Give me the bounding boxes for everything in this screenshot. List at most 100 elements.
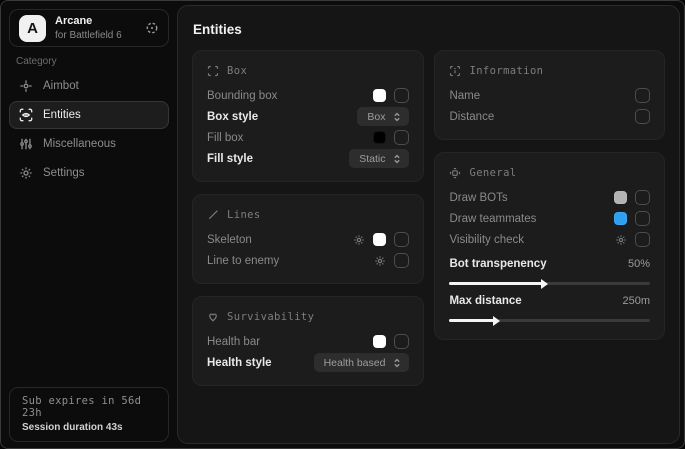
sidebar-item-entities[interactable]: Entities bbox=[9, 101, 169, 129]
app-subtitle: for Battlefield 6 bbox=[55, 30, 136, 42]
setting-label: Health bar bbox=[207, 336, 260, 348]
brand-card: A Arcane for Battlefield 6 bbox=[9, 9, 169, 47]
row-controls bbox=[635, 109, 650, 124]
row-controls bbox=[614, 190, 650, 205]
select-value: Health based bbox=[324, 357, 386, 369]
row-controls bbox=[615, 232, 650, 247]
gear-icon bbox=[19, 166, 33, 180]
skeleton-checkbox[interactable] bbox=[394, 232, 409, 247]
right-column: Information Name Distance bbox=[434, 50, 665, 386]
name-checkbox[interactable] bbox=[635, 88, 650, 103]
sync-icon[interactable] bbox=[145, 21, 159, 35]
slider-thumb[interactable] bbox=[541, 279, 548, 289]
gear-icon[interactable] bbox=[615, 234, 627, 246]
color-swatch[interactable] bbox=[373, 89, 386, 102]
setting-row-box-style: Box style Box bbox=[207, 106, 409, 127]
color-swatch[interactable] bbox=[614, 191, 627, 204]
row-controls bbox=[373, 334, 409, 349]
setting-row-name: Name bbox=[449, 85, 650, 106]
sidebar-item-label: Settings bbox=[43, 167, 85, 179]
fill-style-select[interactable]: Static bbox=[349, 149, 409, 168]
card-title: Box bbox=[227, 65, 247, 77]
setting-label: Draw BOTs bbox=[449, 192, 507, 204]
slider-thumb[interactable] bbox=[493, 316, 500, 326]
eye-scan-icon bbox=[19, 108, 33, 122]
information-card: Information Name Distance bbox=[434, 50, 665, 140]
sidebar-item-miscellaneous[interactable]: Miscellaneous bbox=[9, 130, 169, 158]
app-window: A Arcane for Battlefield 6 Category bbox=[0, 0, 685, 449]
sliders-icon bbox=[19, 137, 33, 151]
sidebar-item-aimbot[interactable]: Aimbot bbox=[9, 72, 169, 100]
row-controls bbox=[353, 232, 409, 247]
slider-label-row: Max distance 250m bbox=[449, 290, 650, 311]
bot-transparency-slider[interactable] bbox=[449, 282, 650, 285]
setting-label: Name bbox=[449, 90, 480, 102]
row-controls bbox=[374, 253, 409, 268]
card-title: Survivability bbox=[227, 311, 314, 323]
setting-row-fill-style: Fill style Static bbox=[207, 148, 409, 169]
sidebar: A Arcane for Battlefield 6 Category bbox=[1, 1, 177, 448]
draw-teammates-checkbox[interactable] bbox=[635, 211, 650, 226]
color-swatch[interactable] bbox=[373, 335, 386, 348]
row-controls bbox=[373, 130, 409, 145]
sub-expiry-text: Sub expires in 56d 23h bbox=[22, 395, 156, 419]
sidebar-item-label: Aimbot bbox=[43, 80, 79, 92]
color-swatch[interactable] bbox=[373, 233, 386, 246]
sidebar-nav: Aimbot Entities Miscella bbox=[9, 72, 169, 187]
setting-row-skeleton: Skeleton bbox=[207, 229, 409, 250]
visibility-check-checkbox[interactable] bbox=[635, 232, 650, 247]
left-column: Box Bounding box Box style Box bbox=[192, 50, 424, 386]
lines-card-header: Lines bbox=[207, 206, 409, 224]
lines-card: Lines Skeleton bbox=[192, 194, 424, 284]
setting-row-fill-box: Fill box bbox=[207, 127, 409, 148]
setting-row-draw-bots: Draw BOTs bbox=[449, 187, 650, 208]
main-panel: Entities Box Bounding box bbox=[177, 5, 680, 444]
sidebar-item-settings[interactable]: Settings bbox=[9, 159, 169, 187]
bounding-box-checkbox[interactable] bbox=[394, 88, 409, 103]
caret-sort-icon bbox=[392, 154, 402, 164]
line-to-enemy-checkbox[interactable] bbox=[394, 253, 409, 268]
category-label: Category bbox=[16, 56, 57, 67]
setting-label: Box style bbox=[207, 111, 258, 123]
distance-checkbox[interactable] bbox=[635, 109, 650, 124]
subscription-footer: Sub expires in 56d 23h Session duration … bbox=[9, 387, 169, 442]
slider-value: 50% bbox=[628, 258, 650, 270]
box-style-select[interactable]: Box bbox=[357, 107, 409, 126]
health-bar-checkbox[interactable] bbox=[394, 334, 409, 349]
setting-row-draw-teammates: Draw teammates bbox=[449, 208, 650, 229]
gear-icon[interactable] bbox=[374, 255, 386, 267]
brand-text: Arcane for Battlefield 6 bbox=[55, 15, 136, 41]
select-value: Box bbox=[367, 111, 385, 123]
select-value: Static bbox=[359, 153, 385, 165]
max-distance-slider-group: Max distance 250m bbox=[449, 290, 650, 322]
setting-label: Bot transpenency bbox=[449, 258, 546, 270]
box-frame-icon bbox=[207, 65, 219, 77]
setting-label: Distance bbox=[449, 111, 494, 123]
color-swatch[interactable] bbox=[614, 212, 627, 225]
app-logo: A bbox=[19, 15, 46, 42]
setting-label: Skeleton bbox=[207, 234, 252, 246]
setting-row-bounding-box: Bounding box bbox=[207, 85, 409, 106]
bot-transparency-slider-group: Bot transpenency 50% bbox=[449, 253, 650, 285]
setting-label: Bounding box bbox=[207, 90, 277, 102]
fill-box-checkbox[interactable] bbox=[394, 130, 409, 145]
box-card-header: Box bbox=[207, 62, 409, 80]
max-distance-slider[interactable] bbox=[449, 319, 650, 322]
content: Box Bounding box Box style Box bbox=[178, 50, 679, 386]
color-swatch[interactable] bbox=[373, 131, 386, 144]
box-card: Box Bounding box Box style Box bbox=[192, 50, 424, 182]
diagonal-line-icon bbox=[207, 209, 219, 221]
card-title: General bbox=[469, 167, 516, 179]
draw-bots-checkbox[interactable] bbox=[635, 190, 650, 205]
setting-label: Max distance bbox=[449, 295, 521, 307]
setting-label: Health style bbox=[207, 357, 272, 369]
slider-fill bbox=[449, 319, 493, 322]
setting-label: Draw teammates bbox=[449, 213, 536, 225]
information-card-header: Information bbox=[449, 62, 650, 80]
health-style-select[interactable]: Health based bbox=[314, 353, 410, 372]
heart-icon bbox=[207, 311, 219, 323]
setting-row-distance: Distance bbox=[449, 106, 650, 127]
sidebar-item-label: Entities bbox=[43, 109, 81, 121]
gear-icon[interactable] bbox=[353, 234, 365, 246]
row-controls bbox=[373, 88, 409, 103]
